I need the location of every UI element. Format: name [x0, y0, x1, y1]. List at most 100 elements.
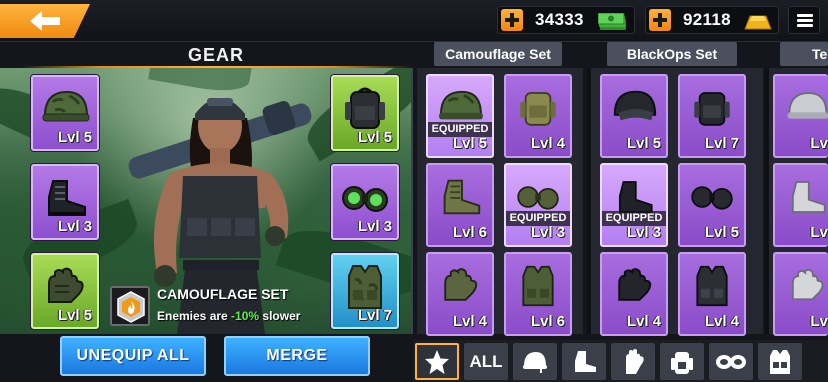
- vest-icon: [696, 265, 728, 307]
- gear-slot-gloves[interactable]: Lvl 5: [31, 253, 99, 329]
- item-level: Lvl 7: [704, 135, 739, 152]
- gold-amount: 92118: [683, 10, 731, 29]
- merge-button[interactable]: MERGE: [224, 336, 370, 376]
- item-level: Lvl 5: [704, 224, 739, 241]
- item-level: Lvl: [810, 313, 828, 330]
- set-item-gloves[interactable]: Lvl: [773, 252, 828, 336]
- gear-slot-level: Lvl 3: [357, 218, 392, 235]
- gear-slot-level: Lvl 5: [57, 307, 92, 324]
- flame-hexagon-icon: [117, 291, 145, 323]
- helmet-icon: [42, 90, 90, 122]
- item-level: Lvl 4: [530, 135, 565, 152]
- gear-slot-level: Lvl 5: [57, 129, 92, 146]
- item-level: Lvl: [810, 135, 828, 152]
- star-icon: [425, 349, 449, 374]
- gear-slot-vest[interactable]: Lvl 7: [331, 253, 399, 329]
- filter-backpack[interactable]: [660, 343, 704, 380]
- item-level: Lvl 4: [452, 313, 487, 330]
- set-item-goggles[interactable]: EQUIPPED Lvl 3: [504, 163, 572, 247]
- set-item-vest[interactable]: Lvl 4: [678, 252, 746, 336]
- item-level: Lvl 6: [530, 313, 565, 330]
- set-bonus-value: -10%: [231, 309, 260, 323]
- backpack-icon: [671, 351, 693, 374]
- set-item-backpack[interactable]: Lvl 4: [504, 74, 572, 158]
- set-item-boots[interactable]: EQUIPPED Lvl 3: [600, 163, 668, 247]
- set-item-boots[interactable]: Lvl 6: [426, 163, 494, 247]
- set-item-helmet[interactable]: Lvl: [773, 74, 828, 158]
- goggles-icon: [716, 354, 746, 369]
- goggles-icon: [517, 186, 559, 210]
- filter-vest[interactable]: [758, 343, 802, 380]
- boot-icon: [575, 350, 596, 372]
- add-cash-button[interactable]: [501, 9, 523, 31]
- tab-blackops-set[interactable]: BlackOps Set: [607, 42, 737, 66]
- glove-icon: [444, 268, 478, 301]
- vest-icon: [348, 264, 382, 309]
- glove-icon: [48, 267, 84, 303]
- top-bar: 34333 92118: [0, 0, 828, 42]
- back-arrow-icon: [30, 11, 60, 31]
- boot-icon: [791, 181, 826, 213]
- cash-counter: 34333: [497, 6, 635, 34]
- filter-gloves[interactable]: [611, 343, 655, 380]
- filter-favorites[interactable]: [415, 343, 459, 380]
- gear-slot-level: Lvl 5: [357, 129, 392, 146]
- gear-slot-backpack[interactable]: Lvl 5: [331, 75, 399, 151]
- set-bonus-panel: CAMOUFLAGE SET Enemies are -10% slower: [110, 286, 325, 328]
- set-item-helmet[interactable]: Lvl 5: [600, 74, 668, 158]
- backpack-icon: [694, 92, 730, 126]
- set-item-goggles[interactable]: Lvl 5: [678, 163, 746, 247]
- set-item-backpack[interactable]: Lvl 7: [678, 74, 746, 158]
- glove-icon: [626, 348, 644, 374]
- cash-stack-icon: [598, 13, 626, 30]
- gear-title: GEAR: [187, 45, 244, 65]
- set-item-helmet[interactable]: EQUIPPED Lvl 5: [426, 74, 494, 158]
- item-level: Lvl 3: [626, 224, 661, 241]
- set-item-gloves[interactable]: Lvl 4: [600, 252, 668, 336]
- gear-slot-goggles[interactable]: Lvl 3: [331, 164, 399, 240]
- menu-button[interactable]: [788, 6, 820, 34]
- set-bonus-description: Enemies are -10% slower: [157, 309, 301, 323]
- gear-slot-boots[interactable]: Lvl 3: [31, 164, 99, 240]
- plus-icon: [653, 13, 667, 27]
- helmet-icon: [787, 92, 828, 119]
- backpack-icon: [520, 92, 556, 126]
- item-level: Lvl 6: [452, 224, 487, 241]
- set-item-vest[interactable]: Lvl 6: [504, 252, 572, 336]
- item-level: Lvl 4: [626, 313, 661, 330]
- backpack-icon: [345, 87, 385, 129]
- gear-slot-level: Lvl 7: [357, 307, 392, 324]
- set-item-boots[interactable]: Lvl: [773, 163, 828, 247]
- filter-helmet[interactable]: [513, 343, 557, 380]
- back-button[interactable]: [0, 4, 90, 38]
- boot-icon: [48, 179, 86, 216]
- tab-third-set[interactable]: Te: [780, 42, 828, 66]
- item-level: Lvl 5: [452, 135, 487, 152]
- cash-amount: 34333: [535, 10, 584, 29]
- item-level: Lvl: [810, 224, 828, 241]
- glove-icon: [618, 268, 652, 301]
- vest-icon: [522, 265, 554, 307]
- item-level: Lvl 5: [626, 135, 661, 152]
- helmet-icon: [523, 351, 547, 373]
- filter-boots[interactable]: [562, 343, 606, 380]
- gold-counter: 92118: [645, 6, 779, 34]
- gold-bar-icon: [744, 15, 772, 30]
- vest-icon: [770, 349, 790, 374]
- set-bonus-badge: [110, 286, 150, 326]
- set-item-gloves[interactable]: Lvl 4: [426, 252, 494, 336]
- goggles-icon: [342, 185, 388, 212]
- add-gold-button[interactable]: [649, 9, 671, 31]
- hamburger-menu-icon: [797, 14, 813, 17]
- tab-camouflage-set[interactable]: Camouflage Set: [434, 42, 562, 66]
- item-level: Lvl 3: [530, 224, 565, 241]
- goggles-icon: [691, 186, 733, 210]
- item-level: Lvl 4: [704, 313, 739, 330]
- unequip-all-button[interactable]: UNEQUIP ALL: [60, 336, 206, 376]
- filter-goggles[interactable]: [709, 343, 753, 380]
- gear-slot-level: Lvl 3: [57, 218, 92, 235]
- filter-all-label: ALL: [469, 352, 503, 371]
- filter-all[interactable]: ALL: [464, 343, 508, 380]
- gear-slot-helmet[interactable]: Lvl 5: [31, 75, 99, 151]
- glove-icon: [791, 268, 824, 301]
